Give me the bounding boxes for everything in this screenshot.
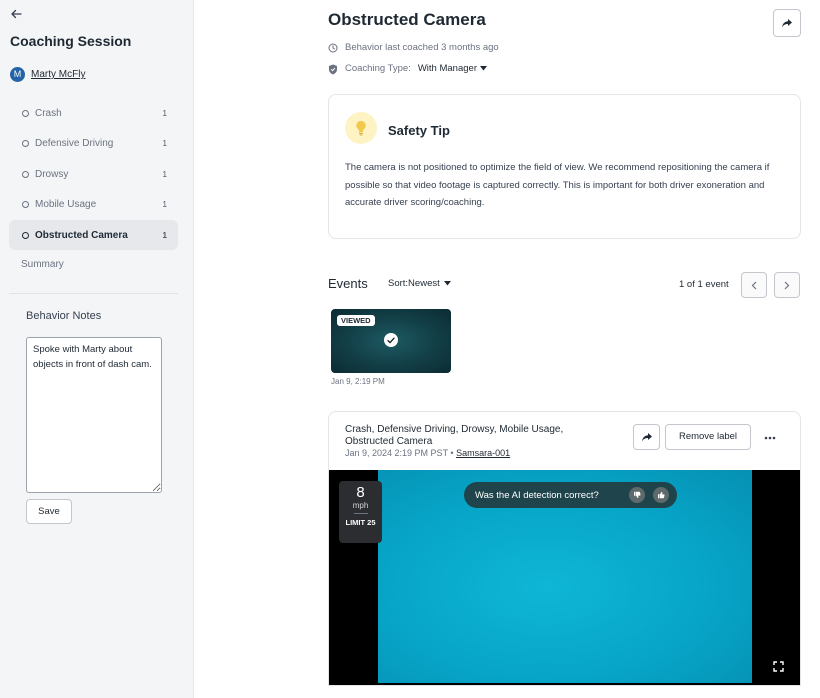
coaching-type-dropdown[interactable]: With Manager	[418, 63, 487, 74]
lightbulb-icon	[345, 112, 377, 144]
speed-divider	[353, 513, 368, 514]
behavior-count: 1	[162, 169, 167, 179]
safety-tip-title: Safety Tip	[388, 123, 450, 138]
divider	[9, 293, 178, 294]
behavior-count: 1	[162, 230, 167, 240]
event-thumbnail[interactable]: VIEWED	[331, 309, 451, 373]
behavior-label: Mobile Usage	[35, 199, 97, 210]
sidebar: Coaching Session M Marty McFly Crash 1 D…	[0, 0, 194, 698]
ai-feedback-question: Was the AI detection correct?	[475, 489, 599, 501]
coaching-type-row: Coaching Type: With Manager	[328, 63, 487, 74]
speed-unit: mph	[352, 501, 369, 510]
driver-name[interactable]: Marty McFly	[31, 69, 85, 80]
main-content: Obstructed Camera Behavior last coached …	[195, 0, 820, 698]
event-timestamp: Jan 9, 2024 2:19 PM PST	[345, 448, 448, 458]
sort-dropdown[interactable]: Sort:Newest	[388, 278, 451, 289]
circle-icon	[22, 201, 29, 208]
event-meta: Jan 9, 2024 2:19 PM PST • Samsara-001	[345, 448, 510, 458]
behavior-count: 1	[162, 108, 167, 118]
summary-link[interactable]: Summary	[21, 259, 64, 270]
behavior-item-mobile-usage[interactable]: Mobile Usage 1	[9, 190, 178, 220]
caret-down-icon	[479, 66, 487, 71]
event-labels: Crash, Defensive Driving, Drowsy, Mobile…	[345, 424, 564, 447]
thumbnail-date: Jan 9, 2:19 PM	[331, 377, 385, 386]
chevron-right-icon	[784, 281, 790, 289]
fullscreen-icon[interactable]	[773, 659, 785, 672]
remove-label-button[interactable]: Remove label	[665, 424, 751, 450]
vehicle-link[interactable]: Samsara-001	[456, 448, 510, 458]
behavior-notes-label: Behavior Notes	[26, 310, 102, 322]
events-heading: Events	[328, 276, 368, 291]
speed-limit: LIMIT 25	[345, 518, 376, 527]
behavior-count: 1	[162, 139, 167, 148]
behavior-label: Crash	[35, 107, 62, 119]
circle-icon	[22, 109, 29, 117]
next-page-button[interactable]	[774, 272, 800, 298]
behavior-label: Drowsy	[35, 168, 69, 180]
speed-value: 8	[356, 484, 365, 501]
last-coached-text: Behavior last coached 3 months ago	[345, 42, 499, 53]
sort-label: Sort:Newest	[388, 278, 440, 289]
history-icon	[328, 43, 338, 53]
arrow-left-icon[interactable]	[10, 8, 24, 22]
viewed-badge: VIEWED	[337, 315, 375, 326]
driver-link[interactable]: M Marty McFly	[10, 67, 85, 82]
shield-check-icon	[328, 64, 338, 74]
share-button[interactable]	[773, 9, 801, 37]
coaching-type-label: Coaching Type:	[345, 63, 411, 74]
session-title: Coaching Session	[10, 33, 132, 49]
avatar: M	[10, 67, 25, 82]
circle-icon	[22, 231, 29, 239]
event-share-button[interactable]	[633, 424, 660, 450]
behavior-count: 1	[162, 200, 167, 209]
circle-icon	[22, 170, 29, 178]
coaching-type-value: With Manager	[417, 63, 477, 74]
caret-down-icon	[443, 281, 451, 286]
page-title: Obstructed Camera	[328, 10, 486, 29]
safety-tip-card: Safety Tip The camera is not positioned …	[328, 94, 801, 239]
thumbs-down-icon[interactable]	[629, 487, 645, 503]
ai-feedback-pill: Was the AI detection correct?	[464, 482, 677, 508]
behavior-item-defensive-driving[interactable]: Defensive Driving 1	[9, 129, 178, 159]
behavior-item-crash[interactable]: Crash 1	[9, 98, 178, 128]
save-button[interactable]: Save	[26, 499, 72, 524]
event-detail-card: Crash, Defensive Driving, Drowsy, Mobile…	[328, 411, 801, 686]
meta-separator: •	[450, 448, 454, 458]
circle-icon	[22, 140, 29, 147]
share-icon	[782, 18, 792, 27]
video-player[interactable]: 8 mph LIMIT 25 Was the AI detection corr…	[329, 470, 800, 685]
behavior-label: Defensive Driving	[35, 138, 114, 149]
behavior-label: Obstructed Camera	[35, 229, 128, 241]
behavior-item-drowsy[interactable]: Drowsy 1	[9, 159, 178, 189]
thumbs-up-icon[interactable]	[653, 487, 669, 503]
last-coached-row: Behavior last coached 3 months ago	[328, 42, 499, 53]
behavior-notes-input[interactable]: Spoke with Marty about objects in front …	[26, 337, 162, 493]
safety-tip-body: The camera is not positioned to optimize…	[345, 162, 770, 208]
share-icon	[641, 432, 652, 441]
event-page-count: 1 of 1 event	[679, 279, 729, 290]
check-circle-icon	[384, 333, 398, 347]
behavior-item-obstructed-camera[interactable]: Obstructed Camera 1	[9, 220, 178, 250]
speed-overlay: 8 mph LIMIT 25	[339, 481, 382, 543]
behavior-list: Crash 1 Defensive Driving 1 Drowsy 1 Mob…	[9, 98, 178, 251]
chevron-left-icon	[751, 281, 757, 289]
more-options-icon[interactable]	[761, 428, 779, 446]
prev-page-button[interactable]	[741, 272, 767, 298]
